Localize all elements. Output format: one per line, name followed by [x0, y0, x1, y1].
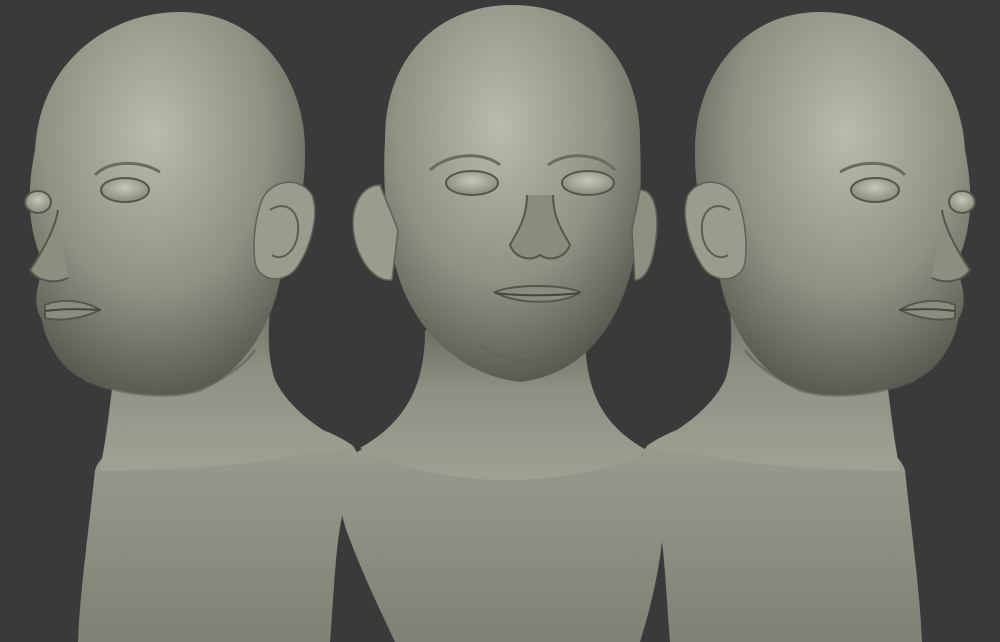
head-three-quarter-right: [642, 12, 976, 642]
front-eye-left: [561, 170, 615, 196]
head-three-quarter-left: [24, 12, 358, 642]
left-eye-right: [100, 177, 150, 203]
head-front: [338, 5, 664, 642]
sculpt-viewport: [0, 0, 1000, 642]
right-eye-right: [948, 190, 976, 214]
left-eye-left: [24, 190, 52, 214]
right-eye-left: [850, 177, 900, 203]
front-eye-right: [445, 170, 499, 196]
sculpt-render: [24, 5, 976, 642]
right-ear: [684, 181, 747, 280]
left-ear: [253, 181, 316, 280]
